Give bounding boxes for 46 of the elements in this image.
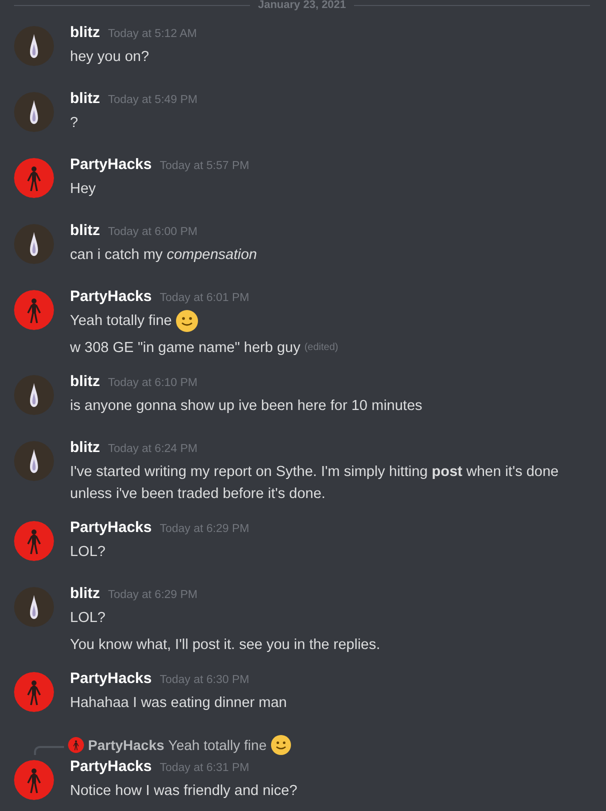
username[interactable]: blitz — [70, 24, 100, 41]
message-text: ? — [70, 114, 78, 133]
message-text: Yeah totally fine — [70, 312, 172, 331]
username[interactable]: blitz — [70, 222, 100, 239]
message-text: w 308 GE "in game name" herb guy — [70, 339, 300, 358]
reply-line — [34, 746, 64, 754]
timestamp: Today at 6:24 PM — [108, 443, 198, 455]
avatar-icon[interactable] — [14, 587, 54, 627]
avatar-icon[interactable] — [14, 224, 54, 264]
username[interactable]: blitz — [70, 439, 100, 456]
avatar-icon[interactable] — [14, 441, 54, 481]
timestamp: Today at 6:29 PM — [108, 589, 198, 601]
username[interactable]: blitz — [70, 373, 100, 390]
timestamp: Today at 6:31 PM — [160, 762, 250, 774]
timestamp: Today at 6:30 PM — [160, 674, 250, 686]
timestamp: Today at 5:12 AM — [108, 28, 197, 40]
timestamp: Today at 6:00 PM — [108, 226, 198, 238]
avatar-icon[interactable] — [14, 375, 54, 415]
message-text: Hahahaa I was eating dinner man — [70, 694, 287, 713]
timestamp: Today at 5:57 PM — [160, 160, 250, 172]
edited-label: (edited) — [304, 341, 338, 355]
username[interactable]: PartyHacks — [70, 156, 152, 173]
timestamp: Today at 6:29 PM — [160, 523, 250, 535]
message-text: hey you on? — [70, 48, 150, 67]
message-text: Hey — [70, 180, 96, 199]
timestamp: Today at 5:49 PM — [108, 94, 198, 106]
message-text: You know what, I'll post it. see you in the replies. — [70, 636, 380, 655]
username[interactable]: blitz — [70, 90, 100, 107]
timestamp: Today at 6:10 PM — [108, 377, 198, 389]
date-divider: January 23, 2021 — [258, 0, 346, 10]
message-text: I've started writing my report on Sythe. I'm simply hitting post when it's done unless i've been traded before it's done. — [70, 463, 560, 504]
avatar-icon[interactable] — [14, 26, 54, 66]
avatar-icon[interactable] — [14, 92, 54, 132]
message-text: LOL? — [70, 543, 106, 562]
username[interactable]: blitz — [70, 585, 100, 602]
message-text: Notice how I was friendly and nice? — [70, 782, 298, 801]
reply-username[interactable]: PartyHacks — [88, 737, 164, 753]
timestamp: Today at 6:01 PM — [160, 292, 250, 304]
username[interactable]: PartyHacks — [70, 670, 152, 687]
username[interactable]: PartyHacks — [70, 519, 152, 536]
message-text: is anyone gonna show up ive been here for 10 minutes — [70, 397, 422, 416]
message-text: can i catch my compensation — [70, 246, 257, 265]
username[interactable]: PartyHacks — [70, 288, 152, 305]
reply-preview[interactable]: Yeah totally fine — [168, 737, 267, 753]
username[interactable]: PartyHacks — [70, 758, 152, 775]
message-text: LOL? — [70, 609, 106, 628]
